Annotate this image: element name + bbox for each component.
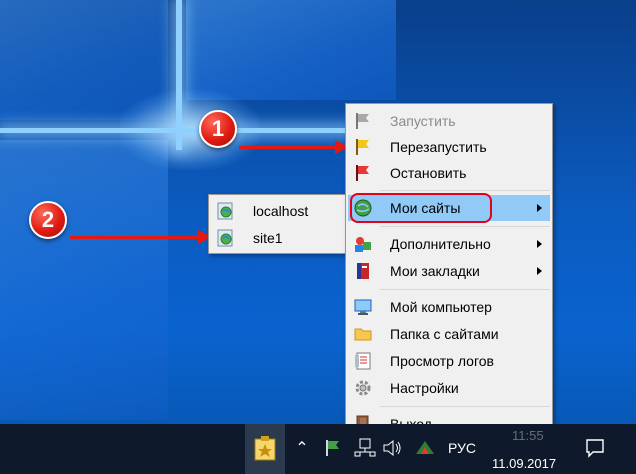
site-globe-icon: [215, 200, 237, 222]
language-indicator[interactable]: РУС: [448, 440, 476, 456]
site-globe-icon: [215, 227, 237, 249]
sites-submenu: localhost site1: [208, 194, 348, 254]
wallpaper-beam: [0, 128, 360, 133]
flag-gray-icon: [352, 110, 374, 132]
tray-context-menu: Запустить Перезапустить Остановить Мои с…: [345, 103, 553, 441]
bookmarks-icon: [352, 260, 374, 282]
menu-item-settings[interactable]: Настройки: [348, 375, 550, 401]
menu-item-sites-folder[interactable]: Папка с сайтами: [348, 321, 550, 347]
menu-item-label: Запустить: [390, 113, 456, 129]
computer-icon: [352, 296, 374, 318]
flag-green-icon[interactable]: [322, 436, 344, 460]
speaker-icon[interactable]: [380, 436, 404, 460]
openserver-tray-icon[interactable]: [252, 432, 278, 466]
menu-item-additional[interactable]: Дополнительно: [348, 231, 550, 257]
menu-item-stop[interactable]: Остановить: [348, 160, 550, 186]
folder-icon: [352, 323, 374, 345]
blocks-icon: [352, 233, 374, 255]
menu-item-label: Мой компьютер: [390, 299, 492, 315]
chevron-right-icon: [537, 267, 542, 275]
wallpaper-pane: [186, 0, 396, 100]
submenu-item-site1[interactable]: site1: [211, 225, 345, 251]
menu-separator: [380, 289, 550, 290]
menu-item-my-computer[interactable]: Мой компьютер: [348, 294, 550, 320]
flag-red-icon: [352, 162, 374, 184]
submenu-item-localhost[interactable]: localhost: [211, 198, 345, 224]
annotation-arrow-2: [70, 230, 212, 244]
menu-item-start[interactable]: Запустить: [348, 108, 550, 134]
chevron-right-icon: [537, 240, 542, 248]
menu-item-label: Остановить: [390, 165, 467, 181]
network-icon[interactable]: [352, 436, 378, 460]
log-icon: [352, 350, 374, 372]
annotation-badge-1: 1: [199, 110, 237, 148]
annotation-badge-2: 2: [29, 201, 67, 239]
menu-item-restart[interactable]: Перезапустить: [348, 134, 550, 160]
chevron-up-icon[interactable]: ⌃: [292, 436, 312, 460]
menu-separator: [380, 406, 550, 407]
clock-date[interactable]: 11.09.2017: [492, 456, 556, 471]
submenu-item-label: site1: [253, 230, 283, 246]
gear-icon: [352, 377, 374, 399]
annotation-highlight-circle: [350, 193, 492, 223]
annotation-arrow-1: [239, 140, 349, 154]
menu-item-label: Мои закладки: [390, 263, 480, 279]
menu-item-label: Просмотр логов: [390, 353, 494, 369]
menu-item-label: Дополнительно: [390, 236, 491, 252]
clock-time[interactable]: 11:55: [512, 428, 544, 443]
menu-item-view-logs[interactable]: Просмотр логов: [348, 348, 550, 374]
menu-separator: [380, 226, 550, 227]
app-tray-icon[interactable]: [412, 436, 438, 460]
menu-item-label: Папка с сайтами: [390, 326, 499, 342]
menu-item-label: Перезапустить: [390, 139, 487, 155]
menu-item-label: Настройки: [390, 380, 459, 396]
submenu-item-label: localhost: [253, 203, 309, 219]
action-center-icon[interactable]: [582, 434, 608, 462]
flag-yellow-icon: [352, 136, 374, 158]
chevron-right-icon: [537, 204, 542, 212]
menu-separator: [380, 190, 550, 191]
wallpaper-pane: [0, 140, 168, 420]
menu-item-bookmarks[interactable]: Мои закладки: [348, 258, 550, 284]
